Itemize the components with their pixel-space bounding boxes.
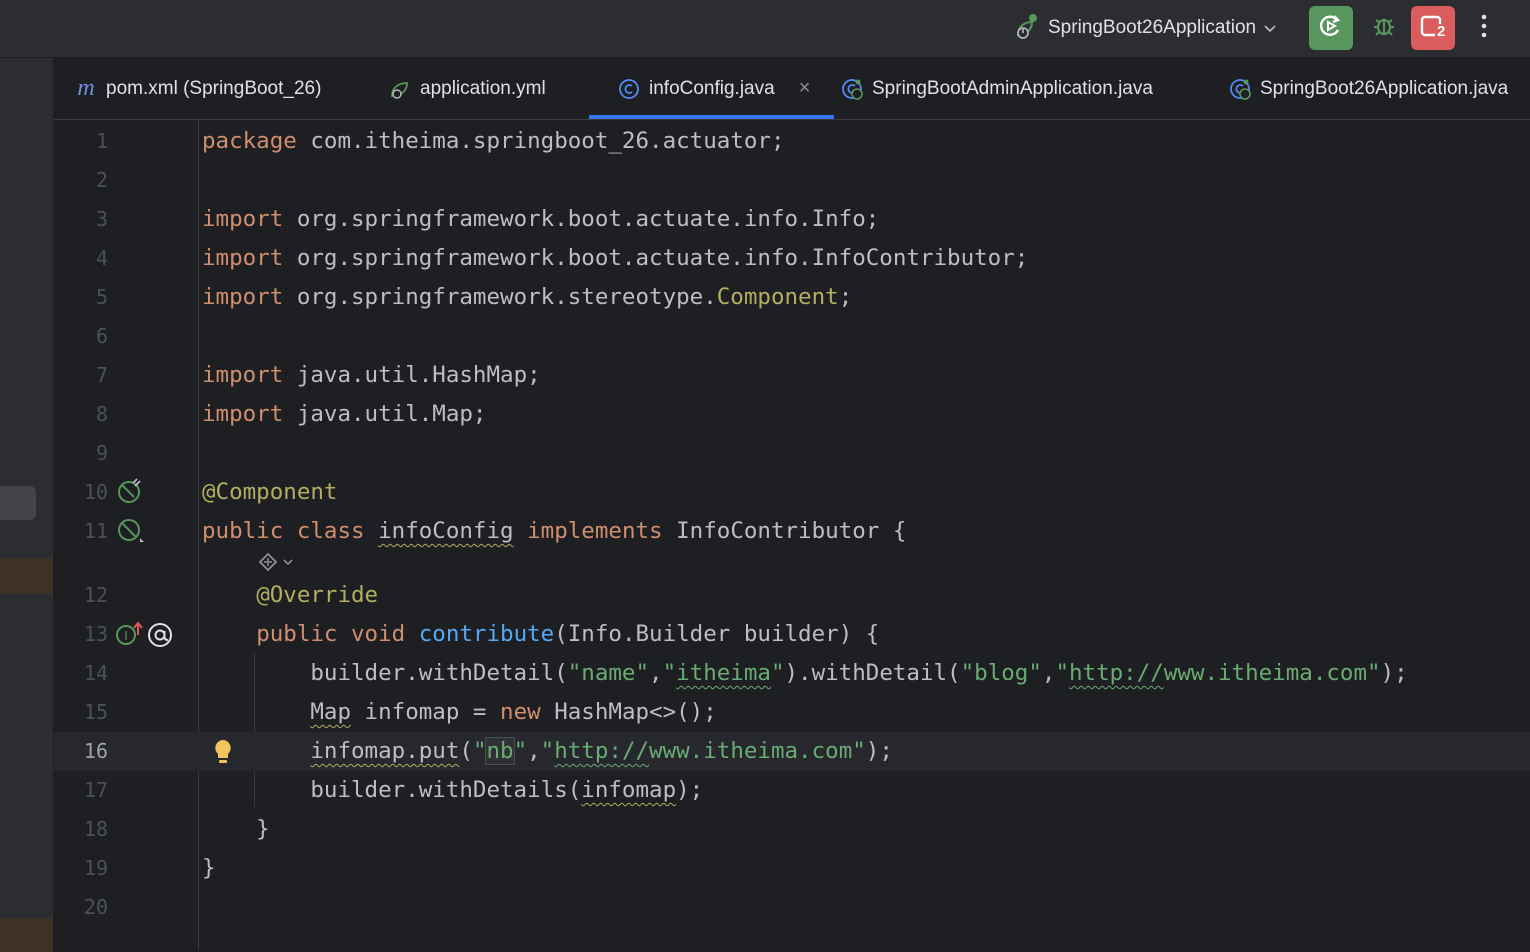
code-line: 6 — [54, 317, 1530, 356]
line-number: 15 — [83, 700, 108, 724]
more-icon — [1480, 13, 1488, 44]
code-line: 13 I public void contribute(Info.Builder… — [54, 615, 1530, 654]
code-text: public void contribute(Info.Builder buil… — [256, 621, 880, 647]
line-number: 8 — [95, 402, 108, 426]
code-line: 20 — [54, 888, 1530, 927]
code-line-current: 16 infomap.put("nb","http://www.itheima.… — [54, 732, 1530, 771]
code-line: 8 import java.util.Map; — [54, 395, 1530, 434]
close-icon[interactable]: × — [799, 77, 811, 100]
line-number: 7 — [95, 363, 108, 387]
editor-tab-bar: m pom.xml (SpringBoot_26) application.ym… — [54, 58, 1530, 120]
at-icon[interactable] — [146, 621, 174, 654]
run-config-label: SpringBoot26Application — [1048, 17, 1257, 38]
spring-app-icon — [1228, 77, 1252, 101]
tab-label: pom.xml (SpringBoot_26) — [106, 77, 322, 99]
main-toolbar: SpringBoot26Application 2 — [0, 0, 1530, 58]
code-text: import java.util.Map; — [202, 401, 487, 427]
spring-bean-icon[interactable] — [116, 516, 144, 549]
code-line: 17 builder.withDetails(infomap); — [54, 771, 1530, 810]
implements-method-icon[interactable]: I — [116, 621, 144, 652]
spring-bean-icon[interactable] — [116, 477, 144, 510]
code-line: 19 } — [54, 849, 1530, 888]
code-line: 2 — [54, 161, 1530, 200]
line-number: 14 — [83, 661, 108, 685]
java-class-icon — [617, 77, 641, 101]
line-number: 16 — [83, 739, 108, 763]
line-number: 6 — [95, 324, 108, 348]
code-line: 5 import org.springframework.stereotype.… — [54, 278, 1530, 317]
spring-app-icon — [840, 77, 864, 101]
tab-label: SpringBootAdminApplication.java — [872, 77, 1153, 99]
tool-window-selected[interactable] — [0, 486, 36, 520]
code-line: 15 Map infomap = new HashMap<>(); — [54, 693, 1530, 732]
code-text: @Component — [202, 479, 338, 505]
line-number: 10 — [83, 480, 108, 504]
code-text: infomap.put("nb","http://www.itheima.com… — [310, 737, 893, 765]
tab-springboot26application-java[interactable]: SpringBoot26Application.java — [1228, 58, 1508, 119]
line-number: 4 — [95, 246, 108, 270]
line-number: 19 — [83, 856, 108, 880]
line-number: 18 — [83, 817, 108, 841]
maven-icon: m — [77, 75, 95, 101]
code-line: 7 import java.util.HashMap; — [54, 356, 1530, 395]
stop-button[interactable]: 2 — [1411, 6, 1455, 50]
line-number: 3 — [95, 207, 108, 231]
line-number: 20 — [83, 895, 108, 919]
line-number: 12 — [83, 583, 108, 607]
code-text: import java.util.HashMap; — [202, 362, 541, 388]
rerun-button[interactable] — [1309, 6, 1353, 50]
code-line: 10 @Component — [54, 473, 1530, 512]
yaml-spring-icon — [388, 77, 412, 101]
tab-label: SpringBoot26Application.java — [1260, 77, 1509, 99]
code-line: 1 package com.itheima.springboot_26.actu… — [54, 122, 1530, 161]
line-number: 9 — [95, 441, 108, 465]
code-line: 18 } — [54, 810, 1530, 849]
chevron-down-icon[interactable] — [1262, 20, 1278, 36]
rerun-icon — [1317, 12, 1345, 45]
code-line: 14 builder.withDetail("name","itheima").… — [54, 654, 1530, 693]
debug-button[interactable] — [1362, 6, 1406, 50]
structure-marker — [0, 918, 53, 952]
more-actions-button[interactable] — [1462, 6, 1506, 50]
line-number: 17 — [83, 778, 108, 802]
code-text: Map infomap = new HashMap<>(); — [310, 699, 717, 725]
line-number: 1 — [95, 129, 108, 153]
code-text: builder.withDetails(infomap); — [202, 777, 704, 803]
tab-infoconfig-java[interactable]: infoConfig.java × — [588, 58, 835, 119]
code-text: } — [202, 855, 216, 881]
code-text: builder.withDetail("name","itheima").wit… — [202, 660, 1408, 686]
code-text: import org.springframework.stereotype.Co… — [202, 284, 853, 310]
debug-icon — [1370, 12, 1398, 45]
run-config-icon — [1012, 13, 1042, 43]
tab-application-yml[interactable]: application.yml — [388, 58, 546, 119]
code-line: 3 import org.springframework.boot.actuat… — [54, 200, 1530, 239]
tab-label: infoConfig.java — [649, 77, 775, 99]
code-text: @Override — [256, 582, 379, 608]
run-configuration-selector[interactable]: SpringBoot26Application — [1012, 10, 1278, 46]
code-text: import org.springframework.boot.actuate.… — [202, 245, 1029, 271]
tab-pom-xml[interactable]: m pom.xml (SpringBoot_26) — [74, 58, 321, 119]
code-line: 12 @Override — [54, 576, 1530, 615]
structure-marker — [0, 558, 53, 594]
svg-text:I: I — [124, 629, 128, 643]
line-number: 5 — [95, 285, 108, 309]
left-tool-strip — [0, 58, 54, 952]
code-text: } — [202, 816, 270, 842]
stop-count-badge: 2 — [1435, 23, 1448, 40]
tab-label: application.yml — [420, 77, 546, 99]
code-text: import org.springframework.boot.actuate.… — [202, 206, 880, 232]
line-number: 13 — [83, 622, 108, 646]
code-line: 4 import org.springframework.boot.actuat… — [54, 239, 1530, 278]
line-number: 2 — [95, 168, 108, 192]
inlay-hint-row — [54, 546, 1530, 578]
code-text: package com.itheima.springboot_26.actuat… — [202, 128, 785, 154]
stop-icon: 2 — [1418, 13, 1448, 43]
tab-springbootadminapplication-java[interactable]: SpringBootAdminApplication.java — [840, 58, 1153, 119]
code-line: 9 — [54, 434, 1530, 473]
